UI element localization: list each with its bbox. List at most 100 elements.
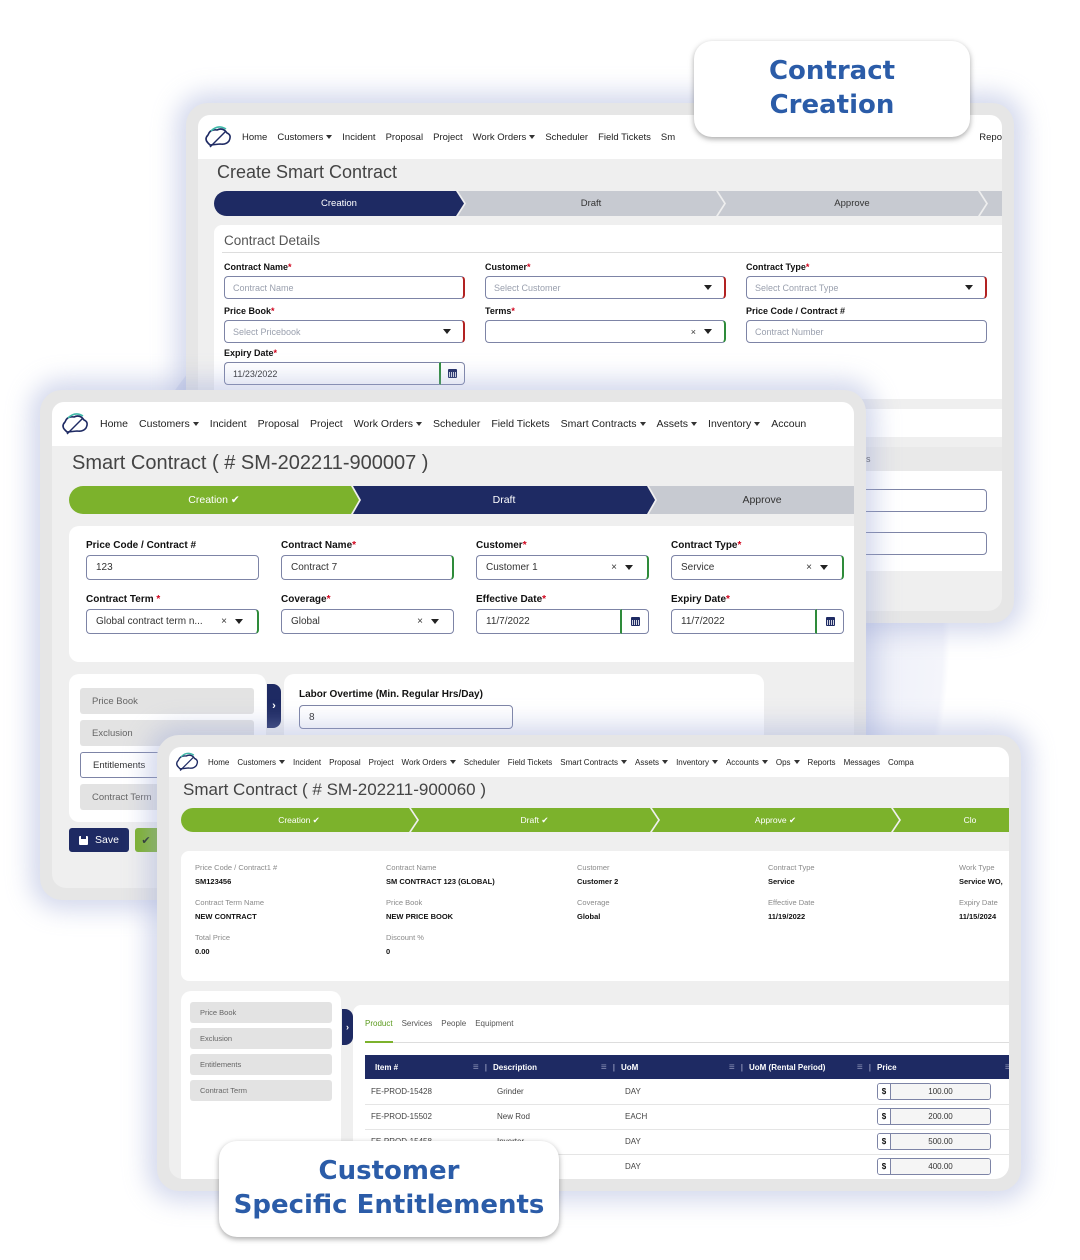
step-close[interactable]: Clo — [893, 808, 1009, 832]
nav-home[interactable]: Home — [208, 758, 229, 767]
effective-date-input[interactable]: 11/7/2022 — [476, 609, 622, 634]
step-approve[interactable]: Approve — [718, 191, 986, 216]
nav-ops[interactable]: Ops — [776, 758, 800, 767]
nav-assets[interactable]: Assets — [657, 418, 698, 430]
nav-field-tickets[interactable]: Field Tickets — [491, 418, 549, 430]
price-code-input[interactable]: 123 — [86, 555, 259, 580]
clear-icon[interactable]: × — [691, 327, 696, 337]
nav-customers[interactable]: Customers — [237, 758, 286, 767]
nav-incident[interactable]: Incident — [342, 132, 375, 143]
contract-name-input[interactable]: Contract 7 — [281, 555, 454, 580]
nav-reports[interactable]: Reports — [808, 758, 836, 767]
nav-reports[interactable]: Repo — [979, 132, 1002, 143]
nav-project[interactable]: Project — [433, 132, 463, 143]
column-header[interactable]: UoM (Rental Period) ≡ | — [749, 1055, 877, 1079]
customer-select[interactable]: Customer 1 × — [476, 555, 649, 580]
app-logo-icon[interactable] — [173, 750, 201, 774]
customer-select[interactable]: Select Customer — [485, 276, 726, 299]
clear-icon[interactable]: × — [221, 616, 227, 627]
nav-project[interactable]: Project — [310, 418, 343, 430]
expand-panel-button[interactable]: › — [342, 1009, 353, 1045]
labor-overtime-input[interactable]: 8 — [299, 705, 513, 729]
expiry-date-input[interactable]: 11/7/2022 — [671, 609, 817, 634]
nav-company[interactable]: Compa — [888, 758, 914, 767]
nav-home[interactable]: Home — [242, 132, 267, 143]
nav-scheduler[interactable]: Scheduler — [545, 132, 588, 143]
step-approve[interactable]: Approve ✔ — [652, 808, 899, 832]
clear-icon[interactable]: × — [417, 616, 423, 627]
side-menu-entitlements[interactable]: Entitlements — [190, 1054, 332, 1075]
nav-smart-contracts[interactable]: Sm — [661, 132, 675, 143]
step-creation[interactable]: Creation ✔ — [181, 808, 417, 832]
side-menu-contract-term[interactable]: Contract Term — [190, 1080, 332, 1101]
coverage-select[interactable]: Global × — [281, 609, 454, 634]
price-book-select[interactable]: Select Pricebook — [224, 320, 465, 343]
nav-assets[interactable]: Assets — [635, 758, 669, 767]
tab-people[interactable]: People — [441, 1019, 466, 1042]
calendar-button[interactable] — [441, 362, 465, 385]
contract-type-select[interactable]: Select Contract Type — [746, 276, 987, 299]
tab-equipment[interactable]: Equipment — [475, 1019, 513, 1042]
nav-scheduler[interactable]: Scheduler — [433, 418, 480, 430]
price-code-input[interactable]: Contract Number — [746, 320, 987, 343]
nav-proposal[interactable]: Proposal — [258, 418, 299, 430]
clear-icon[interactable]: × — [806, 562, 812, 573]
contract-name-input[interactable]: Contract Name — [224, 276, 465, 299]
expiry-date-input[interactable]: 11/23/2022 — [224, 362, 441, 385]
side-menu-price-book[interactable]: Price Book — [80, 688, 254, 714]
nav-accounts[interactable]: Accoun — [771, 418, 806, 430]
app-logo-icon[interactable] — [202, 123, 234, 151]
nav-inventory[interactable]: Inventory — [676, 758, 718, 767]
nav-scheduler[interactable]: Scheduler — [464, 758, 500, 767]
price-input[interactable]: $100.00 — [877, 1082, 991, 1100]
nav-accounts[interactable]: Accounts — [726, 758, 768, 767]
price-input[interactable]: $200.00 — [877, 1108, 991, 1125]
calendar-button[interactable] — [622, 609, 649, 634]
calendar-button[interactable] — [817, 609, 844, 634]
contract-term-select[interactable]: Global contract term n... × — [86, 609, 259, 634]
nav-incident[interactable]: Incident — [210, 418, 247, 430]
nav-work-orders[interactable]: Work Orders — [402, 758, 456, 767]
table-row[interactable]: FE-PROD-15428 Grinder DAY $100.00 — [365, 1079, 1009, 1104]
tab-product[interactable]: Product — [365, 1019, 393, 1043]
nav-field-tickets[interactable]: Field Tickets — [598, 132, 651, 143]
nav-customers[interactable]: Customers — [139, 418, 199, 430]
nav-home[interactable]: Home — [100, 418, 128, 430]
nav-proposal[interactable]: Proposal — [329, 758, 361, 767]
price-input[interactable]: $500.00 — [877, 1133, 991, 1150]
nav-work-orders[interactable]: Work Orders — [473, 132, 536, 143]
nav-inventory[interactable]: Inventory — [708, 418, 761, 430]
step-creation[interactable]: Creation — [214, 191, 464, 216]
nav-smart-contracts[interactable]: Smart Contracts — [560, 758, 628, 767]
column-header[interactable]: Price ≡| — [877, 1055, 1009, 1079]
column-menu-icon[interactable]: ≡ — [1005, 1062, 1009, 1073]
column-header[interactable]: UoM ≡ | — [621, 1055, 749, 1079]
nav-proposal[interactable]: Proposal — [386, 132, 424, 143]
column-menu-icon[interactable]: ≡ — [601, 1062, 607, 1073]
column-menu-icon[interactable]: ≡ — [857, 1062, 863, 1073]
side-menu-exclusion[interactable]: Exclusion — [190, 1028, 332, 1049]
app-logo-icon[interactable] — [58, 410, 92, 438]
step-draft[interactable]: Draft ✔ — [411, 808, 658, 832]
clear-icon[interactable]: × — [611, 562, 617, 573]
terms-select[interactable]: × — [485, 320, 726, 343]
column-header[interactable]: Description ≡ | — [493, 1055, 621, 1079]
step-draft[interactable]: Draft — [353, 486, 655, 514]
save-button[interactable]: Save — [69, 828, 129, 852]
nav-field-tickets[interactable]: Field Tickets — [508, 758, 552, 767]
side-menu-price-book[interactable]: Price Book — [190, 1002, 332, 1023]
nav-incident[interactable]: Incident — [293, 758, 321, 767]
nav-customers[interactable]: Customers — [277, 132, 333, 143]
step-draft[interactable]: Draft — [458, 191, 724, 216]
column-menu-icon[interactable]: ≡ — [473, 1062, 479, 1073]
column-header[interactable]: Item # ≡ | — [365, 1055, 493, 1079]
contract-type-select[interactable]: Service × — [671, 555, 844, 580]
expand-panel-button[interactable]: › — [267, 684, 281, 728]
nav-project[interactable]: Project — [369, 758, 394, 767]
step-approve[interactable]: Approve — [649, 486, 854, 514]
nav-work-orders[interactable]: Work Orders — [354, 418, 423, 430]
nav-messages[interactable]: Messages — [844, 758, 880, 767]
nav-smart-contracts[interactable]: Smart Contracts — [561, 418, 646, 430]
table-row[interactable]: FE-PROD-15502 New Rod EACH $200.00 — [365, 1104, 1009, 1129]
column-menu-icon[interactable]: ≡ — [729, 1062, 735, 1073]
